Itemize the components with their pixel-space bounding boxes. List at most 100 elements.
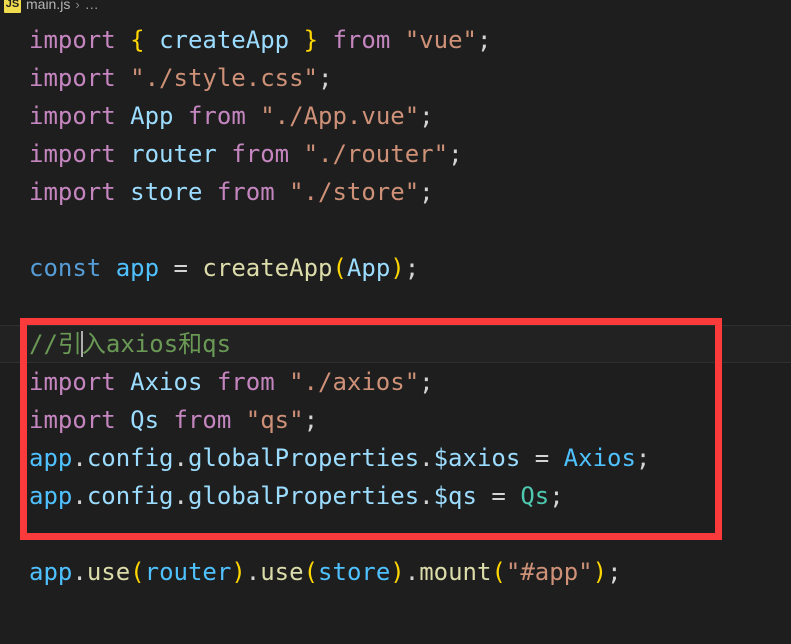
code-token: app (115, 254, 160, 282)
breadcrumb[interactable]: JS main.js › … (0, 0, 791, 17)
code-token: "./store" (289, 178, 420, 206)
javascript-file-icon: JS (4, 0, 21, 13)
code-token: ; (419, 368, 434, 396)
code-token: Axios (130, 368, 203, 396)
code-token: ; (607, 558, 622, 586)
code-token: import (29, 102, 116, 130)
code-token: use (86, 558, 131, 586)
code-line-14[interactable] (0, 515, 791, 553)
code-token: ; (476, 26, 492, 54)
code-token: . (173, 482, 188, 510)
code-token: "./style.css" (130, 64, 318, 92)
code-token: from (216, 368, 275, 396)
code-line-2[interactable]: import "./style.css"; (0, 59, 791, 97)
code-token: . (72, 444, 87, 472)
code-token: 入axios和qs (81, 330, 232, 358)
code-token: ( (130, 558, 145, 586)
code-editor-surface[interactable]: import { createApp } from "vue"; import "… (0, 17, 791, 644)
code-token: ) (231, 558, 246, 586)
code-line-1[interactable]: import { createApp } from "vue"; (0, 21, 791, 59)
code-line-6[interactable] (0, 211, 791, 249)
code-token: ( (303, 558, 319, 586)
code-token: router (130, 140, 217, 168)
code-token: = (159, 254, 203, 282)
code-token: from (173, 406, 232, 434)
code-token: . (245, 558, 261, 586)
code-token: config (86, 444, 174, 472)
code-token: } (303, 26, 319, 54)
code-token: import (29, 178, 116, 206)
code-line-9[interactable]: //引入axios和qs (0, 325, 791, 363)
code-token: ; (303, 406, 319, 434)
code-token: import (29, 368, 116, 396)
code-token: ; (318, 64, 333, 92)
code-token: from (332, 26, 391, 54)
code-token: "qs" (245, 406, 304, 434)
code-token: ( (332, 254, 347, 282)
code-token: ; (419, 102, 434, 130)
code-token: = (520, 444, 564, 472)
code-token: App (130, 102, 174, 130)
code-token: "./axios" (289, 368, 420, 396)
code-token: ( (491, 558, 506, 586)
code-line-12[interactable]: app.config.globalProperties.$axios = Axi… (0, 439, 791, 477)
code-line-5[interactable]: import store from "./store"; (0, 173, 791, 211)
code-token: from (231, 140, 290, 168)
code-line-15[interactable]: app.use(router).use(store).mount("#app")… (0, 553, 791, 591)
code-token: app (29, 558, 73, 586)
code-token: from (216, 178, 275, 206)
code-line-10[interactable]: import Axios from "./axios"; (0, 363, 791, 401)
code-token: . (419, 444, 434, 472)
code-token: app (29, 482, 73, 510)
code-token: "./App.vue" (260, 102, 420, 130)
code-line-3[interactable]: import App from "./App.vue"; (0, 97, 791, 135)
code-token: use (260, 558, 304, 586)
code-line-4[interactable]: import router from "./router"; (0, 135, 791, 173)
code-token: createApp (202, 254, 333, 282)
code-token: app (29, 444, 73, 472)
code-token: mount (419, 558, 492, 586)
breadcrumb-overflow[interactable]: … (85, 0, 100, 12)
code-token: ; (549, 482, 564, 510)
code-token: ) (390, 558, 405, 586)
code-token: . (404, 558, 420, 586)
code-token: globalProperties (187, 482, 420, 510)
code-token: ; (635, 444, 651, 472)
code-token: . (72, 482, 87, 510)
code-line-8[interactable] (0, 287, 791, 325)
code-token: App (346, 254, 391, 282)
code-token: import (29, 26, 116, 54)
code-token: from (187, 102, 246, 130)
code-token: store (318, 558, 391, 586)
code-token: $axios (433, 444, 521, 472)
code-token: ; (419, 178, 434, 206)
code-line-11[interactable]: import Qs from "qs"; (0, 401, 791, 439)
breadcrumb-file-name[interactable]: main.js (26, 0, 70, 12)
code-token: import (29, 140, 116, 168)
code-token: config (86, 482, 174, 510)
code-token: createApp (159, 26, 290, 54)
code-token: "#app" (505, 558, 593, 586)
code-line-13[interactable]: app.config.globalProperties.$qs = Qs; (0, 477, 791, 515)
code-token: store (130, 178, 203, 206)
code-token: ) (592, 558, 608, 586)
code-token: Axios (563, 444, 636, 472)
code-token: import (29, 406, 116, 434)
code-token: ; (448, 140, 463, 168)
code-line-7[interactable]: const app = createApp(App); (0, 249, 791, 287)
